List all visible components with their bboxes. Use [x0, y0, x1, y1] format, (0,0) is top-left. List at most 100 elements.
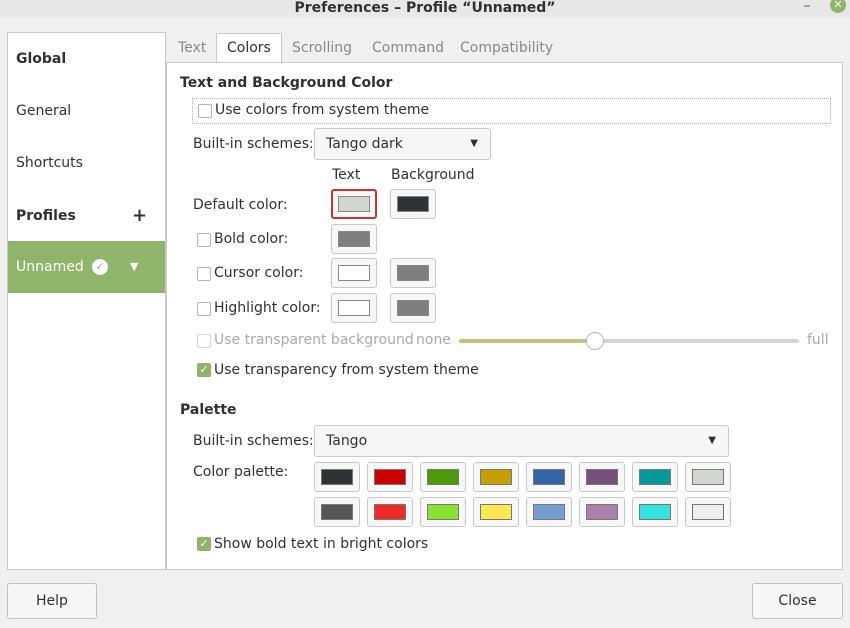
- palette-color-13-button[interactable]: [579, 497, 625, 527]
- palette-color-10-button[interactable]: [420, 497, 466, 527]
- palette-color-2-button[interactable]: [420, 462, 466, 492]
- highlight-background-swatch: [397, 300, 429, 316]
- palette-color-swatch: [586, 504, 618, 520]
- palette-color-9-button[interactable]: [367, 497, 413, 527]
- default-background-color-button[interactable]: [390, 189, 436, 219]
- default-text-color-button[interactable]: [331, 189, 377, 219]
- palette-color-swatch: [586, 469, 618, 485]
- tab-scrolling[interactable]: Scrolling: [282, 33, 362, 63]
- sidebar-label-shortcuts: Shortcuts: [16, 155, 83, 171]
- chevron-down-icon: ▼: [470, 138, 478, 149]
- highlight-color-checkbox[interactable]: [197, 302, 211, 316]
- palette-scheme-value: Tango: [326, 433, 368, 449]
- cursor-color-label: Cursor color:: [214, 265, 304, 281]
- tab-text[interactable]: Text: [168, 33, 216, 63]
- system-transparency-checkbox[interactable]: ✓: [197, 363, 211, 377]
- cursor-background-swatch: [397, 265, 429, 281]
- palette-color-swatch: [321, 469, 353, 485]
- bold-bright-checkbox[interactable]: ✓: [197, 537, 211, 551]
- slider-handle[interactable]: [586, 332, 604, 350]
- palette-color-3-button[interactable]: [473, 462, 519, 492]
- builtin-schemes-label: Built-in schemes:: [193, 136, 314, 152]
- transparent-background-label: Use transparent background: [214, 332, 414, 348]
- transparent-background-checkbox[interactable]: [197, 334, 211, 348]
- slider-track-filled: [459, 339, 595, 343]
- sidebar-item-profile-unnamed[interactable]: Unnamed ✓ ▼: [8, 241, 165, 293]
- title-bar: Preferences – Profile “Unnamed” – ✕: [0, 0, 850, 18]
- slider-track-empty: [595, 339, 799, 343]
- palette-color-swatch: [692, 469, 724, 485]
- palette-color-15-button[interactable]: [685, 497, 731, 527]
- chevron-down-icon: ▼: [708, 435, 716, 446]
- transparency-slider[interactable]: [459, 331, 799, 351]
- sidebar: Global General Shortcuts Profiles + Unna…: [7, 32, 166, 570]
- use-system-colors-checkbox[interactable]: [198, 104, 212, 118]
- sidebar-item-profiles[interactable]: Profiles +: [8, 190, 165, 242]
- minimize-icon[interactable]: –: [800, 0, 814, 14]
- default-color-label: Default color:: [193, 197, 288, 213]
- palette-color-8-button[interactable]: [314, 497, 360, 527]
- palette-color-swatch: [321, 504, 353, 520]
- tab-compatibility[interactable]: Compatibility: [450, 33, 563, 63]
- palette-color-swatch: [639, 504, 671, 520]
- palette-color-0-button[interactable]: [314, 462, 360, 492]
- close-button[interactable]: Close: [752, 583, 843, 619]
- column-header-text: Text: [332, 167, 361, 183]
- default-text-swatch: [338, 196, 370, 212]
- sidebar-label-profiles: Profiles: [16, 208, 76, 224]
- palette-scheme-select[interactable]: Tango ▼: [314, 425, 729, 457]
- palette-builtin-label: Built-in schemes:: [193, 433, 314, 449]
- cursor-color-checkbox[interactable]: [197, 267, 211, 281]
- help-button[interactable]: Help: [7, 583, 97, 619]
- sidebar-item-general[interactable]: General: [8, 85, 165, 137]
- highlight-background-color-button[interactable]: [390, 293, 436, 323]
- builtin-schemes-select[interactable]: Tango dark ▼: [314, 128, 491, 160]
- profile-menu-chevron-down-icon[interactable]: ▼: [130, 241, 138, 293]
- builtin-schemes-value: Tango dark: [326, 136, 403, 152]
- cursor-text-swatch: [338, 265, 370, 281]
- cursor-background-color-button[interactable]: [390, 258, 436, 288]
- palette-color-swatch: [639, 469, 671, 485]
- bold-bright-label: Show bold text in bright colors: [214, 536, 429, 552]
- palette-color-swatch: [480, 504, 512, 520]
- bold-color-checkbox[interactable]: [197, 233, 211, 247]
- tab-colors[interactable]: Colors: [216, 33, 282, 63]
- column-header-background: Background: [391, 167, 475, 183]
- cursor-text-color-button[interactable]: [331, 258, 377, 288]
- palette-color-6-button[interactable]: [632, 462, 678, 492]
- sidebar-item-global[interactable]: Global: [8, 33, 165, 85]
- palette-color-swatch: [480, 469, 512, 485]
- palette-color-swatch: [533, 469, 565, 485]
- sidebar-label-general: General: [16, 103, 72, 119]
- sidebar-label-profile: Unnamed: [16, 259, 84, 275]
- sidebar-item-shortcuts[interactable]: Shortcuts: [8, 137, 165, 189]
- section-title-palette: Palette: [180, 402, 237, 418]
- slider-min-label: none: [416, 332, 451, 348]
- use-system-colors-row[interactable]: Use colors from system theme: [192, 98, 831, 124]
- use-system-colors-label: Use colors from system theme: [215, 102, 430, 118]
- highlight-color-label: Highlight color:: [214, 300, 321, 316]
- palette-color-7-button[interactable]: [685, 462, 731, 492]
- bold-color-button[interactable]: [331, 224, 377, 254]
- palette-color-swatch: [427, 504, 459, 520]
- palette-color-11-button[interactable]: [473, 497, 519, 527]
- palette-color-swatch: [374, 469, 406, 485]
- tab-command[interactable]: Command: [362, 33, 454, 63]
- color-palette-label: Color palette:: [193, 464, 289, 480]
- add-profile-icon[interactable]: +: [132, 190, 147, 242]
- section-title-text-bg: Text and Background Color: [180, 75, 393, 91]
- palette-color-1-button[interactable]: [367, 462, 413, 492]
- palette-color-4-button[interactable]: [526, 462, 572, 492]
- palette-color-swatch: [692, 504, 724, 520]
- palette-color-12-button[interactable]: [526, 497, 572, 527]
- highlight-text-color-button[interactable]: [331, 293, 377, 323]
- palette-color-swatch: [427, 469, 459, 485]
- bold-color-label: Bold color:: [214, 231, 289, 247]
- palette-color-5-button[interactable]: [579, 462, 625, 492]
- default-profile-check-icon: ✓: [92, 259, 108, 275]
- bold-color-swatch: [338, 231, 370, 247]
- palette-color-14-button[interactable]: [632, 497, 678, 527]
- palette-color-swatch: [533, 504, 565, 520]
- window-title: Preferences – Profile “Unnamed”: [294, 0, 556, 16]
- slider-max-label: full: [807, 332, 829, 348]
